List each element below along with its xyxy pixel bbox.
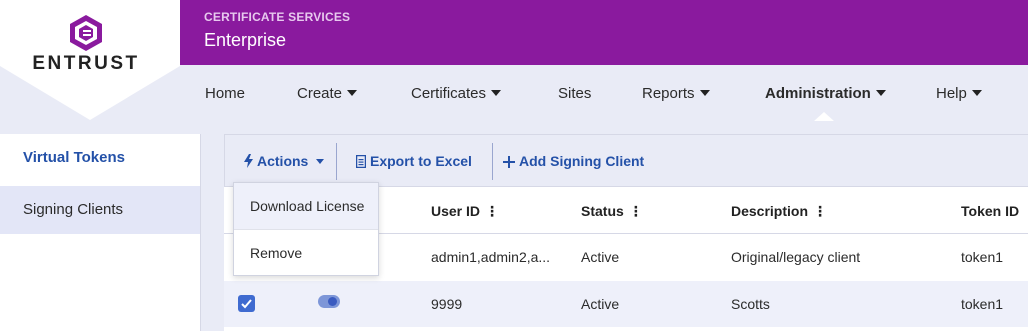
service-label: CERTIFICATE SERVICES	[204, 10, 351, 24]
service-title: Enterprise	[204, 30, 287, 50]
toolbar-divider	[492, 143, 493, 180]
export-excel-button[interactable]: Export to Excel	[356, 153, 472, 169]
column-header-user-id[interactable]: User ID ⋮	[431, 203, 499, 220]
cell-token-id: token1	[961, 249, 1004, 265]
column-menu-icon[interactable]: ⋮	[813, 203, 827, 220]
main-nav: Home Create Certificates Sites Reports A…	[180, 65, 1028, 121]
add-signing-client-button[interactable]: Add Signing Client	[503, 153, 644, 169]
column-menu-icon[interactable]: ⋮	[629, 203, 643, 220]
cell-description: Scotts	[731, 296, 770, 312]
nav-help[interactable]: Help	[936, 85, 982, 102]
cell-token-id: token1	[961, 296, 1004, 312]
cell-user-id: admin1,admin2,a...	[431, 249, 551, 265]
caret-down-icon	[316, 159, 325, 164]
caret-down-icon	[875, 90, 886, 96]
toolbar: Actions Export to Excel Add Signing Clie…	[224, 134, 1028, 187]
toolbar-divider	[336, 143, 337, 180]
nav-reports[interactable]: Reports	[642, 85, 710, 102]
cell-status: Active	[581, 296, 620, 312]
column-header-description[interactable]: Description ⋮	[731, 203, 827, 220]
cell-status: Active	[581, 249, 620, 265]
checkmark-icon	[241, 299, 252, 309]
caret-down-icon	[491, 90, 502, 96]
table-row[interactable]: 9999 Active Scotts token1	[224, 281, 1028, 327]
caret-down-icon	[971, 90, 982, 96]
nav-sites[interactable]: Sites	[558, 85, 591, 102]
actions-button[interactable]: Actions	[244, 153, 325, 169]
menu-item-download-license[interactable]: Download License	[234, 183, 378, 229]
row-toggle[interactable]	[318, 295, 340, 308]
row-checkbox[interactable]	[238, 295, 255, 312]
active-nav-indicator	[814, 112, 834, 121]
sidebar-item-virtual-tokens[interactable]: Virtual Tokens	[0, 134, 200, 182]
column-menu-icon[interactable]: ⋮	[485, 203, 499, 220]
column-header-status[interactable]: Status ⋮	[581, 203, 643, 220]
entrust-logo-icon	[70, 15, 102, 51]
logo-area: ENTRUST	[0, 0, 180, 120]
nav-create[interactable]: Create	[297, 85, 358, 102]
cell-user-id: 9999	[431, 296, 463, 312]
column-header-token-id[interactable]: Token ID	[961, 203, 1019, 219]
nav-certificates[interactable]: Certificates	[411, 85, 502, 102]
nav-administration[interactable]: Administration	[765, 85, 886, 102]
sidebar-item-signing-clients[interactable]: Signing Clients	[0, 186, 200, 234]
cell-description: Original/legacy client	[731, 249, 861, 265]
menu-item-remove[interactable]: Remove	[234, 230, 378, 276]
nav-home[interactable]: Home	[205, 85, 245, 102]
document-icon	[356, 155, 366, 168]
caret-down-icon	[347, 90, 358, 96]
plus-icon	[503, 156, 515, 168]
lightning-icon	[244, 154, 253, 168]
service-header: CERTIFICATE SERVICES Enterprise	[180, 0, 1028, 65]
caret-down-icon	[699, 90, 710, 96]
logo-text: ENTRUST	[32, 53, 140, 74]
sidebar: Virtual Tokens Signing Clients	[0, 134, 201, 331]
actions-dropdown-menu: Download License Remove	[233, 182, 379, 276]
toggle-knob	[328, 297, 337, 306]
